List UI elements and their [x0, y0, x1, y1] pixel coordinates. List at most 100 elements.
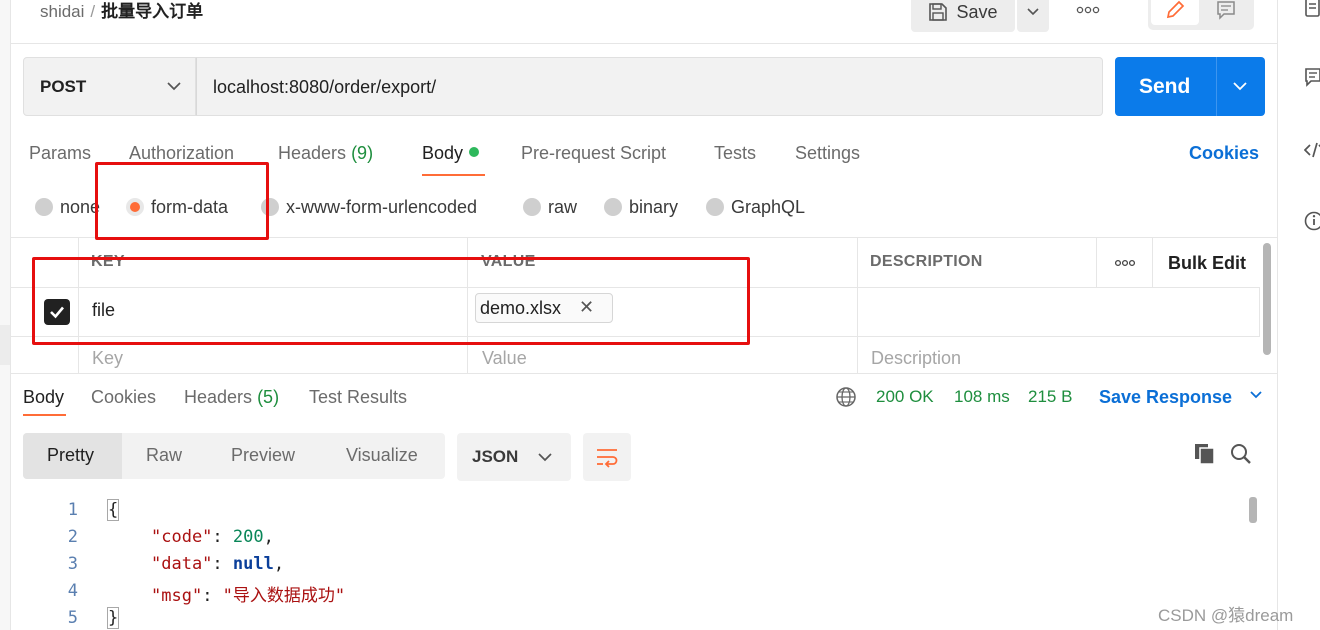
active-response-tab-indicator: [23, 414, 66, 416]
tab-headers[interactable]: Headers (9): [278, 143, 373, 164]
send-button[interactable]: Send: [1115, 57, 1265, 116]
view-visualize[interactable]: Visualize: [346, 445, 418, 466]
tab-params[interactable]: Params: [29, 143, 91, 164]
line-number: 3: [67, 554, 78, 574]
tab-label: Body: [422, 143, 464, 163]
description-placeholder[interactable]: Description: [871, 348, 961, 369]
radio-circle: [523, 198, 541, 216]
chevron-down-icon: [1250, 391, 1262, 399]
wrap-lines-icon: [597, 449, 618, 468]
save-response-label: Save Response: [1099, 387, 1233, 407]
annotation-box-form-data: [95, 162, 269, 240]
method-select[interactable]: POST: [23, 57, 196, 116]
url-input[interactable]: localhost:8080/order/export/: [196, 57, 1103, 116]
radio-label: x-www-form-urlencoded: [286, 196, 478, 217]
code-line: }: [106, 607, 120, 629]
format-select[interactable]: JSON: [457, 433, 571, 481]
view-preview[interactable]: Preview: [231, 445, 295, 466]
json-value: null: [232, 554, 274, 574]
save-button[interactable]: Save: [911, 0, 1015, 32]
response-tab-body[interactable]: Body: [23, 387, 64, 408]
line-number: 5: [67, 608, 78, 628]
table-more-options[interactable]: [1114, 255, 1136, 271]
tab-label: Pre-request Script: [521, 143, 667, 163]
method-label: POST: [40, 77, 87, 96]
value-placeholder[interactable]: Value: [482, 348, 527, 369]
pencil-icon: [1166, 0, 1185, 19]
globe-icon[interactable]: [835, 386, 857, 413]
documentation-icon[interactable]: [1304, 0, 1320, 22]
response-divider: [11, 373, 1277, 374]
tab-label: Headers: [184, 387, 253, 407]
left-panel-handle[interactable]: [0, 325, 10, 365]
line-number: 1: [67, 500, 78, 520]
body-indicator-dot: [469, 147, 480, 157]
tab-label: Params: [29, 143, 92, 163]
active-tab-indicator: [422, 174, 485, 176]
tab-authorization[interactable]: Authorization: [129, 143, 234, 164]
radio-binary[interactable]: binary: [604, 196, 678, 218]
copy-icon[interactable]: [1194, 443, 1216, 470]
chevron-down-icon[interactable]: [1232, 78, 1248, 94]
save-response-button[interactable]: Save Response: [1099, 387, 1263, 408]
tab-body[interactable]: Body: [422, 143, 480, 164]
wrap-lines-button[interactable]: [583, 433, 631, 481]
breadcrumb-workspace[interactable]: shidai: [40, 2, 84, 21]
response-tab-cookies[interactable]: Cookies: [91, 387, 156, 408]
json-colon: :: [212, 554, 233, 574]
radio-circle: [706, 198, 724, 216]
radio-none[interactable]: none: [35, 196, 100, 218]
comments-icon[interactable]: [1304, 67, 1320, 91]
watermark: CSDN @猿dream: [1158, 606, 1294, 625]
radio-graphql[interactable]: GraphQL: [706, 196, 805, 218]
view-pretty[interactable]: Pretty: [47, 445, 94, 466]
json-colon: :: [202, 586, 223, 606]
tab-count: (5): [257, 387, 280, 407]
more-actions-button[interactable]: [1070, 0, 1106, 20]
radio-circle: [35, 198, 53, 216]
breadcrumb-separator: /: [90, 2, 96, 21]
response-time[interactable]: 108 ms: [954, 387, 1010, 407]
radio-label: raw: [548, 196, 578, 217]
breadcrumb: shidai / 批量导入订单: [40, 0, 203, 22]
line-number: 2: [67, 527, 78, 547]
radio-x-www-form-urlencoded[interactable]: x-www-form-urlencoded: [261, 196, 477, 218]
bulk-edit-button[interactable]: Bulk Edit: [1168, 253, 1246, 274]
send-divider: [1216, 57, 1217, 116]
key-placeholder[interactable]: Key: [92, 348, 123, 369]
tab-label: Settings: [795, 143, 861, 163]
send-label: Send: [1139, 75, 1191, 98]
json-key: "data": [151, 554, 213, 574]
code-line: "data": null,: [151, 554, 284, 574]
search-icon[interactable]: [1230, 443, 1252, 470]
edit-mode-button[interactable]: [1151, 0, 1199, 25]
format-label: JSON: [472, 447, 519, 466]
column-header-description: DESCRIPTION: [870, 253, 983, 270]
json-close-brace: }: [106, 607, 120, 629]
tab-settings[interactable]: Settings: [795, 143, 860, 164]
save-icon: [929, 3, 948, 21]
tab-tests[interactable]: Tests: [714, 143, 756, 164]
response-tab-headers[interactable]: Headers (5): [184, 387, 279, 408]
code-snippet-icon[interactable]: [1303, 139, 1320, 163]
radio-raw[interactable]: raw: [523, 196, 577, 218]
response-tab-test-results[interactable]: Test Results: [309, 387, 407, 408]
code-line: "code": 200,: [151, 527, 274, 547]
json-key: "msg": [151, 586, 203, 606]
cookies-link[interactable]: Cookies: [1189, 143, 1259, 164]
tab-pre-request-script[interactable]: Pre-request Script: [521, 143, 666, 164]
left-panel-edge: [0, 0, 11, 630]
json-comma: ,: [263, 527, 274, 547]
view-raw[interactable]: Raw: [146, 445, 182, 466]
response-size[interactable]: 215 B: [1028, 387, 1072, 407]
request-name[interactable]: 批量导入订单: [101, 2, 203, 22]
tab-label: Headers: [278, 143, 347, 163]
response-status-code[interactable]: 200 OK: [876, 387, 934, 407]
comment-mode-button[interactable]: [1202, 0, 1250, 25]
radio-circle: [604, 198, 622, 216]
table-scrollbar[interactable]: [1263, 243, 1271, 355]
code-scrollbar[interactable]: [1249, 497, 1257, 523]
right-sidebar: [1277, 0, 1320, 630]
save-dropdown-button[interactable]: [1017, 0, 1049, 32]
info-icon[interactable]: [1304, 210, 1320, 234]
